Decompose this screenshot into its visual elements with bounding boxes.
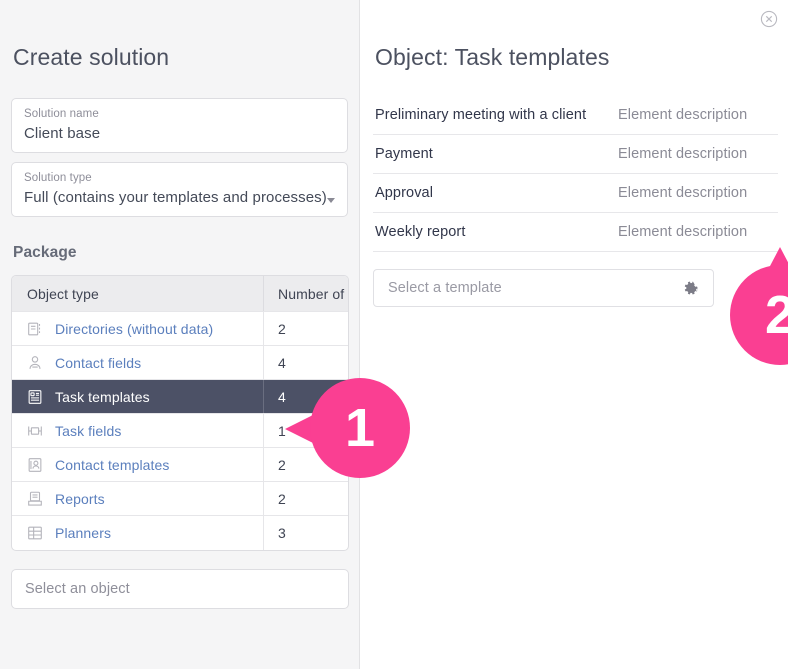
object-count-cell: 2 bbox=[263, 448, 348, 481]
chevron-down-icon[interactable] bbox=[327, 198, 335, 203]
object-type-cell: Reports bbox=[12, 482, 263, 515]
solution-type-value: Full (contains your templates and proces… bbox=[24, 189, 327, 206]
directory-icon bbox=[25, 319, 44, 338]
table-row[interactable]: Contact templates 2 bbox=[12, 448, 348, 482]
panel-title: Object: Task templates bbox=[375, 44, 610, 70]
element-description: Element description bbox=[618, 224, 748, 240]
object-count-cell: 4 bbox=[263, 346, 348, 379]
template-select-input[interactable]: Select a template bbox=[373, 269, 714, 307]
solution-type-field[interactable]: Solution type Full (contains your templa… bbox=[11, 162, 348, 217]
page-title: Create solution bbox=[13, 44, 170, 70]
object-count-cell: 4 bbox=[263, 380, 348, 413]
object-type-cell: Contact fields bbox=[12, 346, 263, 379]
element-description: Element description bbox=[618, 146, 748, 162]
object-count-cell: 3 bbox=[263, 516, 348, 550]
template-placeholder: Select a template bbox=[388, 280, 502, 296]
object-type-link[interactable]: Contact templates bbox=[55, 457, 170, 473]
planner-icon bbox=[25, 524, 44, 543]
element-description: Element description bbox=[618, 107, 748, 123]
gear-icon[interactable] bbox=[683, 280, 700, 297]
solution-type-label: Solution type bbox=[24, 172, 92, 184]
object-count-cell: 2 bbox=[263, 482, 348, 515]
object-type-cell: Task fields bbox=[12, 414, 263, 447]
list-item[interactable]: Payment Element description bbox=[373, 135, 778, 174]
list-item[interactable]: Weekly report Element description bbox=[373, 213, 778, 252]
object-type-cell: Planners bbox=[12, 516, 263, 550]
object-type-cell: Task templates bbox=[12, 380, 263, 413]
object-type-link[interactable]: Planners bbox=[55, 525, 111, 541]
column-header-object-type: Object type bbox=[27, 285, 99, 302]
object-type-link[interactable]: Reports bbox=[55, 491, 105, 507]
element-name: Weekly report bbox=[375, 224, 466, 240]
list-item[interactable]: Approval Element description bbox=[373, 174, 778, 213]
close-circle-icon[interactable] bbox=[758, 8, 780, 30]
solution-name-field[interactable]: Solution name Client base bbox=[11, 98, 348, 153]
element-description: Element description bbox=[618, 185, 748, 201]
marker-number: 2 bbox=[764, 285, 788, 345]
table-row-task-templates[interactable]: Task templates 4 bbox=[12, 380, 348, 414]
marker-bubble: 2 bbox=[730, 265, 788, 365]
task-field-icon bbox=[25, 421, 44, 440]
element-name: Approval bbox=[375, 185, 434, 201]
column-header-number-of: Number of bbox=[263, 276, 348, 311]
create-solution-dialog: Create solution Solution name Client bas… bbox=[0, 0, 788, 669]
contact-template-icon bbox=[25, 455, 44, 474]
right-panel: Object: Task templates Preliminary meeti… bbox=[360, 0, 788, 669]
table-row[interactable]: Planners 3 bbox=[12, 516, 348, 550]
element-name: Preliminary meeting with a client bbox=[375, 107, 587, 123]
left-panel: Create solution Solution name Client bas… bbox=[0, 0, 410, 669]
element-name: Payment bbox=[375, 146, 433, 162]
task-template-icon bbox=[25, 387, 44, 406]
solution-name-value: Client base bbox=[24, 125, 101, 142]
object-type-cell: Contact templates bbox=[12, 448, 263, 481]
object-type-link[interactable]: Contact fields bbox=[55, 355, 141, 371]
object-type-link[interactable]: Task fields bbox=[55, 423, 121, 439]
table-row[interactable]: Contact fields 4 bbox=[12, 346, 348, 380]
object-type-cell: Directories (without data) bbox=[12, 312, 263, 345]
object-type-link[interactable]: Directories (without data) bbox=[55, 321, 213, 337]
select-object-input[interactable]: Select an object bbox=[11, 569, 349, 609]
callout-marker-2: 2 bbox=[730, 247, 788, 365]
table-row[interactable]: Task fields 1 bbox=[12, 414, 348, 448]
marker-tail bbox=[759, 247, 788, 287]
package-table: Object type Number of Directories (witho… bbox=[11, 275, 349, 551]
contact-field-icon bbox=[25, 353, 44, 372]
table-row[interactable]: Directories (without data) 2 bbox=[12, 312, 348, 346]
select-object-placeholder: Select an object bbox=[25, 581, 130, 597]
table-header-row: Object type Number of bbox=[12, 276, 348, 312]
object-type-link[interactable]: Task templates bbox=[55, 389, 150, 405]
element-list: Preliminary meeting with a client Elemen… bbox=[373, 96, 778, 252]
package-heading: Package bbox=[13, 244, 77, 261]
solution-name-label: Solution name bbox=[24, 108, 99, 120]
report-icon bbox=[25, 489, 44, 508]
object-count-cell: 2 bbox=[263, 312, 348, 345]
list-item[interactable]: Preliminary meeting with a client Elemen… bbox=[373, 96, 778, 135]
object-count-cell: 1 bbox=[263, 414, 348, 447]
table-row[interactable]: Reports 2 bbox=[12, 482, 348, 516]
